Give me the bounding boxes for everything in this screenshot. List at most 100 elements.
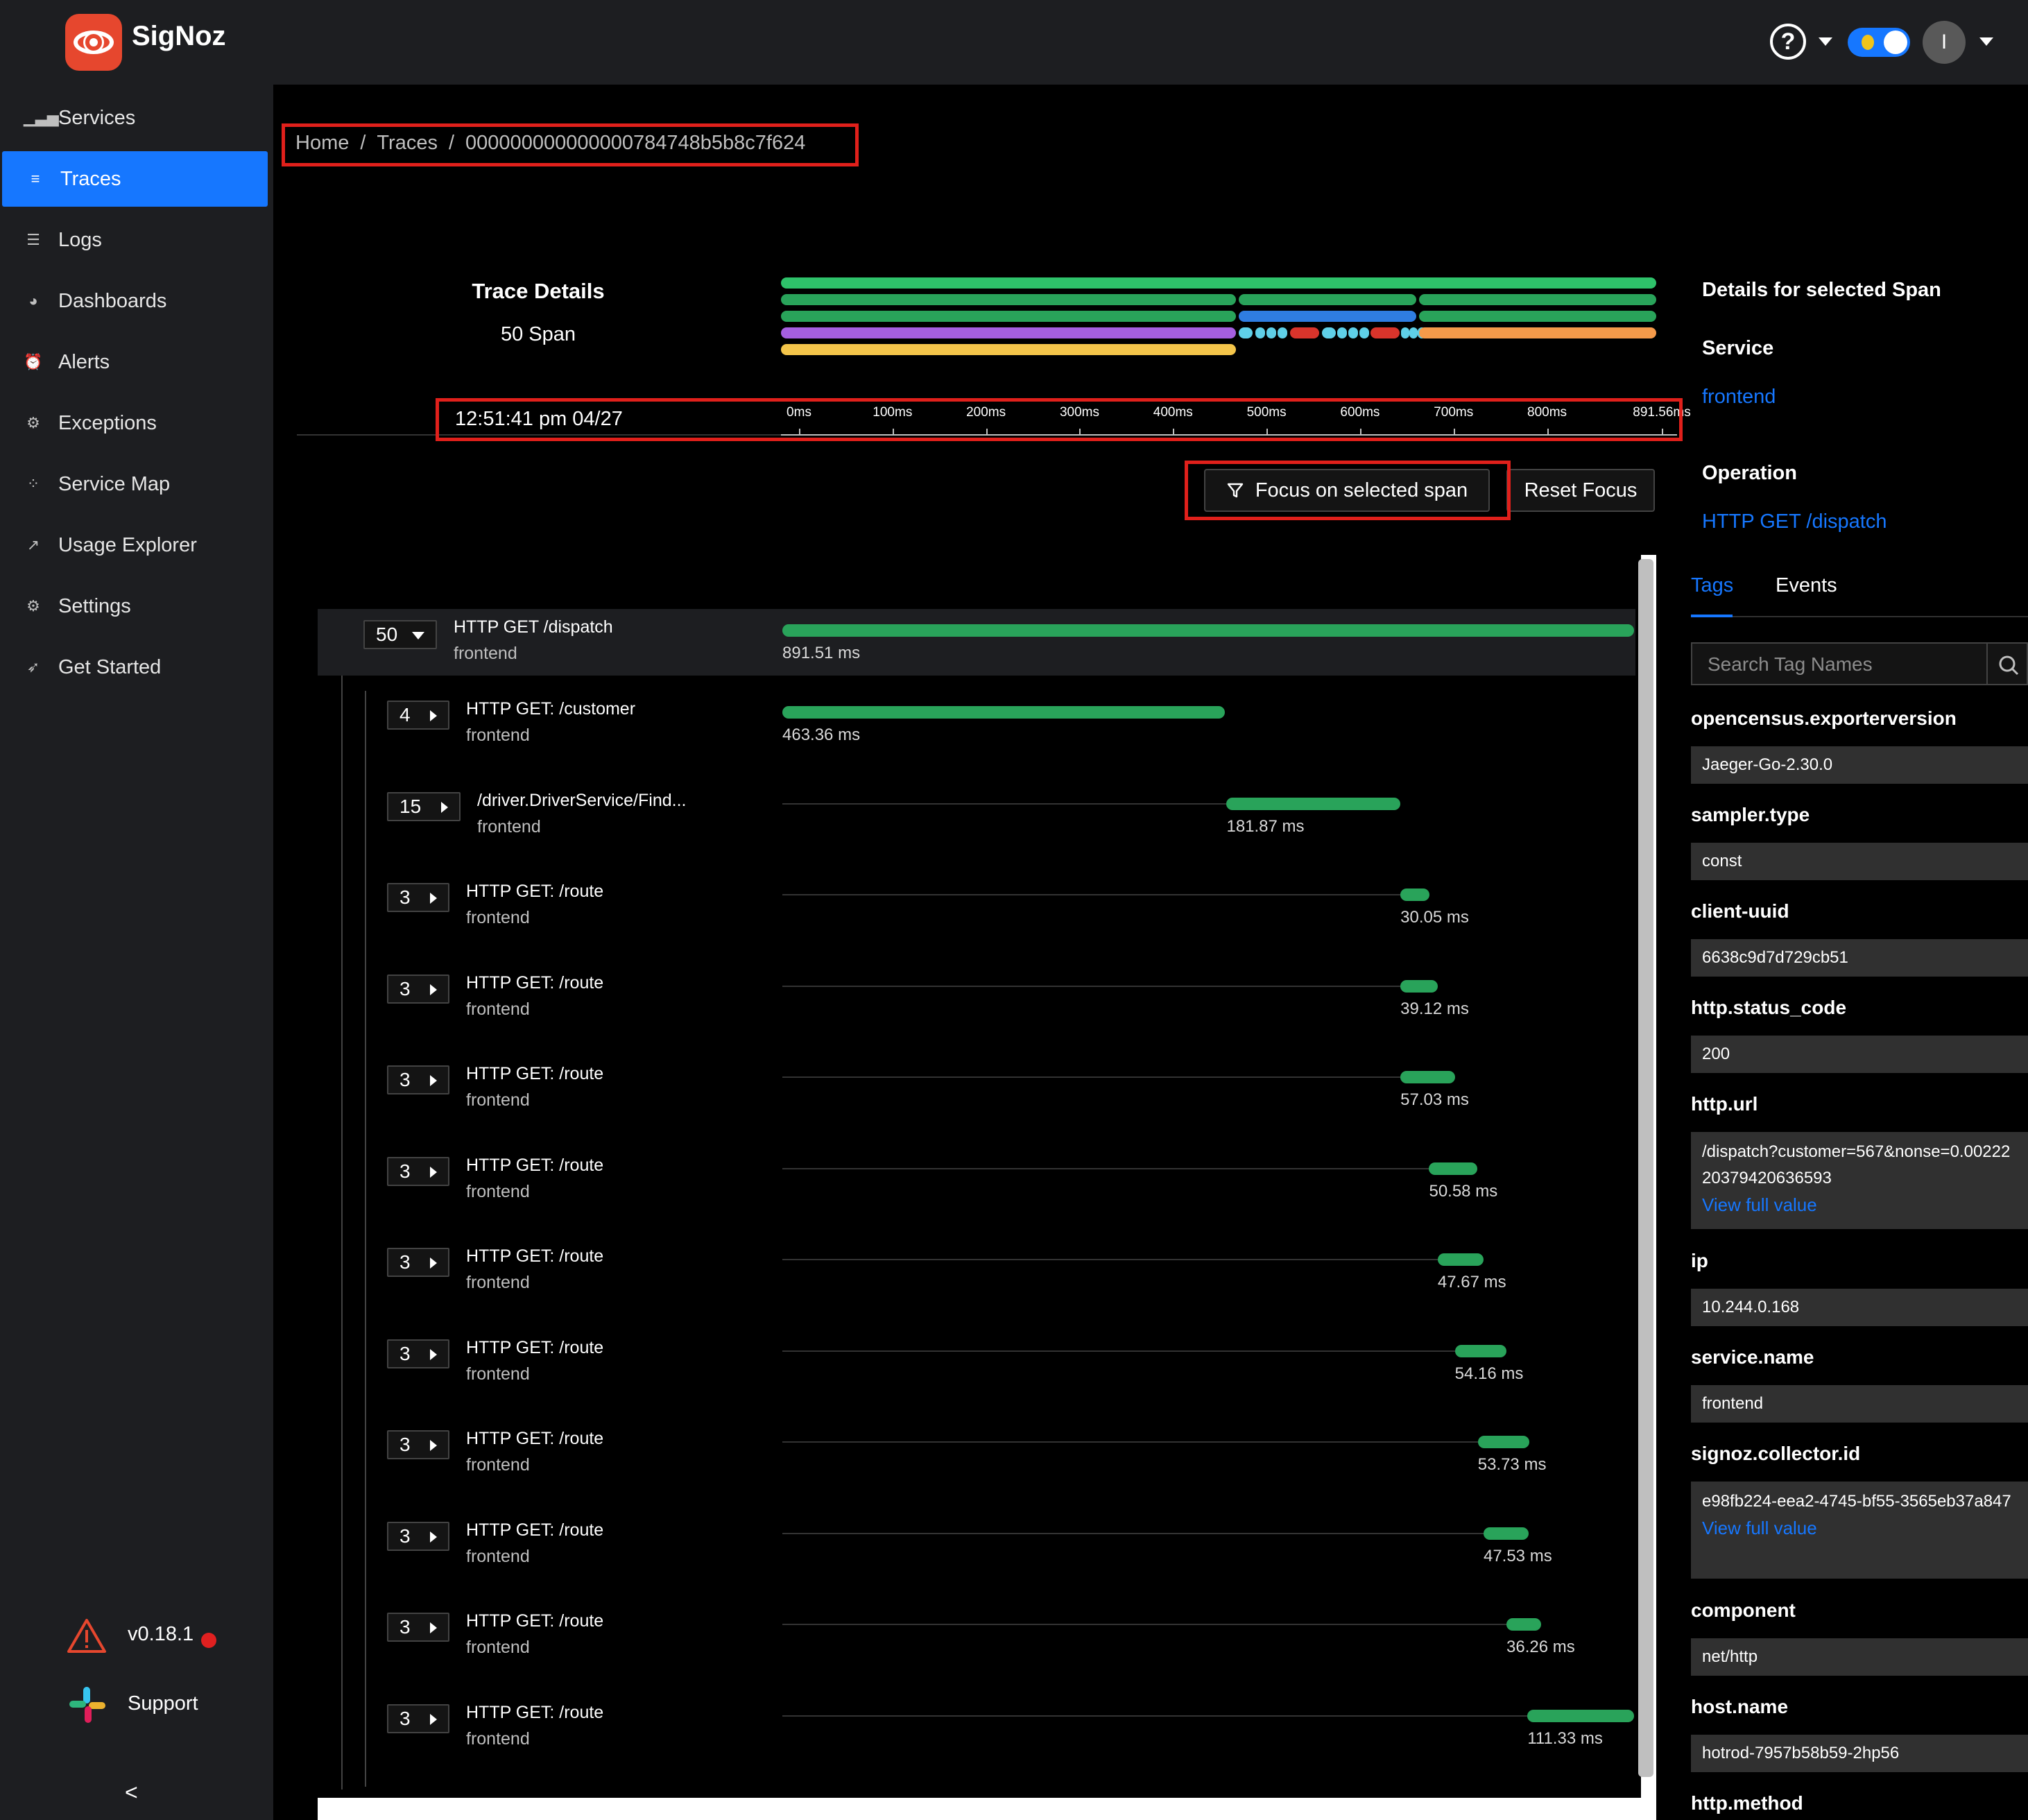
minimap-bar <box>1255 327 1265 338</box>
operation-value[interactable]: HTTP GET /dispatch <box>1702 510 1887 533</box>
tree-scrollbar[interactable] <box>1638 559 1653 1777</box>
child-count-toggle[interactable]: 3 <box>387 1430 449 1459</box>
child-count-toggle[interactable]: 3 <box>387 1065 449 1094</box>
minimap-bar <box>781 344 1236 355</box>
minimap-bar <box>1419 294 1656 305</box>
child-count-toggle[interactable]: 3 <box>387 974 449 1004</box>
version-label[interactable]: v0.18.1 <box>128 1623 194 1646</box>
sidebar-item-traces[interactable]: ≡ Traces <box>2 151 268 207</box>
child-count: 3 <box>399 1342 411 1364</box>
sidebar-item-dashboards[interactable]: ◕ Dashboards <box>0 273 268 329</box>
tab-events[interactable]: Events <box>1776 574 1837 597</box>
sidebar-item-usage-explorer[interactable]: ↗ Usage Explorer <box>0 517 268 573</box>
child-count: 3 <box>399 1434 411 1455</box>
child-count-toggle[interactable]: 50 <box>363 620 437 649</box>
service-value[interactable]: frontend <box>1702 386 1776 409</box>
sidebar-item-alerts[interactable]: ⏰ Alerts <box>0 334 268 390</box>
span-row[interactable]: 3 HTTP GET: /route frontend 30.05 ms <box>318 873 1635 943</box>
child-count: 4 <box>399 704 411 726</box>
sidebar-item-services[interactable]: ▁▃▅ Services <box>0 90 268 146</box>
child-count-toggle[interactable]: 3 <box>387 1339 449 1368</box>
trace-minimap[interactable] <box>780 275 1658 358</box>
tag-search-button[interactable] <box>1986 642 2028 685</box>
span-row[interactable]: 3 HTTP GET: /route frontend 57.03 ms <box>318 1056 1635 1125</box>
minimap-bar <box>1290 327 1319 338</box>
span-row[interactable]: 3 HTTP GET: /route frontend 53.73 ms <box>318 1420 1635 1490</box>
child-count-toggle[interactable]: 15 <box>387 791 461 821</box>
tag-value: e98fb224-eea2-4745-bf55-3565eb37a847 View… <box>1691 1482 2028 1579</box>
sidebar-item-logs[interactable]: ☰ Logs <box>0 212 268 268</box>
child-count-toggle[interactable]: 3 <box>387 1521 449 1551</box>
span-duration-bar[interactable] <box>782 706 1226 719</box>
tag-value: hotrod-7957b58b59-2hp56 <box>1691 1735 2028 1772</box>
minimap-bar <box>1419 327 1656 338</box>
span-name: HTTP GET: /customer <box>466 699 636 719</box>
span-row[interactable]: 3 HTTP GET: /route frontend 47.67 ms <box>318 1238 1635 1307</box>
operation-label: Operation <box>1702 462 1797 484</box>
span-duration-bar[interactable] <box>1454 1344 1507 1357</box>
child-count-toggle[interactable]: 4 <box>387 701 449 730</box>
span-row[interactable]: 3 HTTP GET: /route frontend 50.58 ms <box>318 1147 1635 1217</box>
slack-icon <box>69 1687 105 1723</box>
span-duration-bar[interactable] <box>1527 1709 1634 1722</box>
child-count-toggle[interactable]: 3 <box>387 883 449 912</box>
sidebar-item-service-map[interactable]: ⁘ Service Map <box>0 456 268 512</box>
tag-value-text: Jaeger-Go-2.30.0 <box>1702 755 1833 774</box>
span-duration-bar[interactable] <box>1477 1436 1529 1448</box>
span-name: HTTP GET: /route <box>466 1429 604 1448</box>
span-row[interactable]: 3 HTTP GET: /route frontend 54.16 ms <box>318 1330 1635 1399</box>
span-duration-bar[interactable] <box>1429 1162 1478 1175</box>
sidebar-item-label: Service Map <box>58 472 171 495</box>
view-full-value-link[interactable]: View full value <box>1702 1515 2017 1541</box>
span-name: HTTP GET: /route <box>466 1246 604 1266</box>
span-offset-line <box>782 1350 1455 1352</box>
tab-tags[interactable]: Tags <box>1691 574 1733 597</box>
support-link[interactable]: Support <box>128 1692 198 1715</box>
tag-search-input[interactable]: Search Tag Names <box>1691 642 2002 685</box>
minimap-bar <box>781 294 1236 305</box>
tag-value-text: const <box>1702 852 1742 870</box>
signoz-logo-icon[interactable] <box>65 14 122 71</box>
span-row[interactable]: 3 HTTP GET: /route frontend 36.26 ms <box>318 1603 1635 1672</box>
span-duration-bar[interactable] <box>1506 1618 1541 1631</box>
span-duration-bar[interactable] <box>1226 797 1400 810</box>
sidebar-item-exceptions[interactable]: ⚙ Exceptions <box>0 395 268 451</box>
span-duration-bar[interactable] <box>1483 1527 1529 1540</box>
minimap-bar <box>1322 327 1336 338</box>
caret-right-icon <box>430 1622 437 1633</box>
minimap-bar <box>781 311 1236 322</box>
view-full-value-link[interactable]: View full value <box>1702 1192 2017 1218</box>
tag-value: frontend <box>1691 1385 2028 1423</box>
span-service: frontend <box>466 1273 530 1292</box>
span-row[interactable]: 4 HTTP GET: /customer frontend 463.36 ms <box>318 691 1635 760</box>
span-service: frontend <box>466 908 530 927</box>
child-count-toggle[interactable]: 3 <box>387 1248 449 1277</box>
span-name: /driver.DriverService/Find... <box>477 790 687 810</box>
span-duration-bar[interactable] <box>1400 979 1438 993</box>
child-count-toggle[interactable]: 3 <box>387 1156 449 1186</box>
span-row[interactable]: 3 HTTP GET: /route frontend 111.33 ms <box>318 1694 1635 1764</box>
child-count: 3 <box>399 1525 411 1547</box>
span-name: HTTP GET: /route <box>466 1064 604 1083</box>
reset-focus-button[interactable]: Reset Focus <box>1506 469 1655 512</box>
child-count-toggle[interactable]: 3 <box>387 1613 449 1642</box>
span-duration-bar[interactable] <box>1400 1071 1455 1083</box>
sidebar-item-settings[interactable]: ⚙ Settings <box>0 578 268 634</box>
tree-horizontal-scrollbar[interactable] <box>318 1798 1656 1820</box>
child-count-toggle[interactable]: 3 <box>387 1703 449 1733</box>
span-row-root[interactable]: 50 HTTP GET /dispatch frontend 891.51 ms <box>318 609 1635 676</box>
span-row[interactable]: 3 HTTP GET: /route frontend 47.53 ms <box>318 1512 1635 1581</box>
span-duration-bar[interactable] <box>1437 1253 1484 1266</box>
collapse-sidebar-icon[interactable]: < <box>125 1780 138 1805</box>
sidebar-item-get-started[interactable]: ➶ Get Started <box>0 639 268 695</box>
span-duration-bar[interactable] <box>782 624 1634 637</box>
span-duration-label: 30.05 ms <box>1400 908 1469 927</box>
span-service: frontend <box>466 1455 530 1475</box>
span-row[interactable]: 15/driver.DriverService/Find... frontend 1… <box>318 782 1635 852</box>
span-service: frontend <box>466 1638 530 1657</box>
span-row[interactable]: 3 HTTP GET: /route frontend 39.12 ms <box>318 965 1635 1034</box>
sidebar-item-label: Alerts <box>58 350 110 373</box>
span-duration-bar[interactable] <box>1400 888 1429 901</box>
align-left-icon: ☰ <box>26 231 40 248</box>
caret-right-icon <box>441 801 448 813</box>
